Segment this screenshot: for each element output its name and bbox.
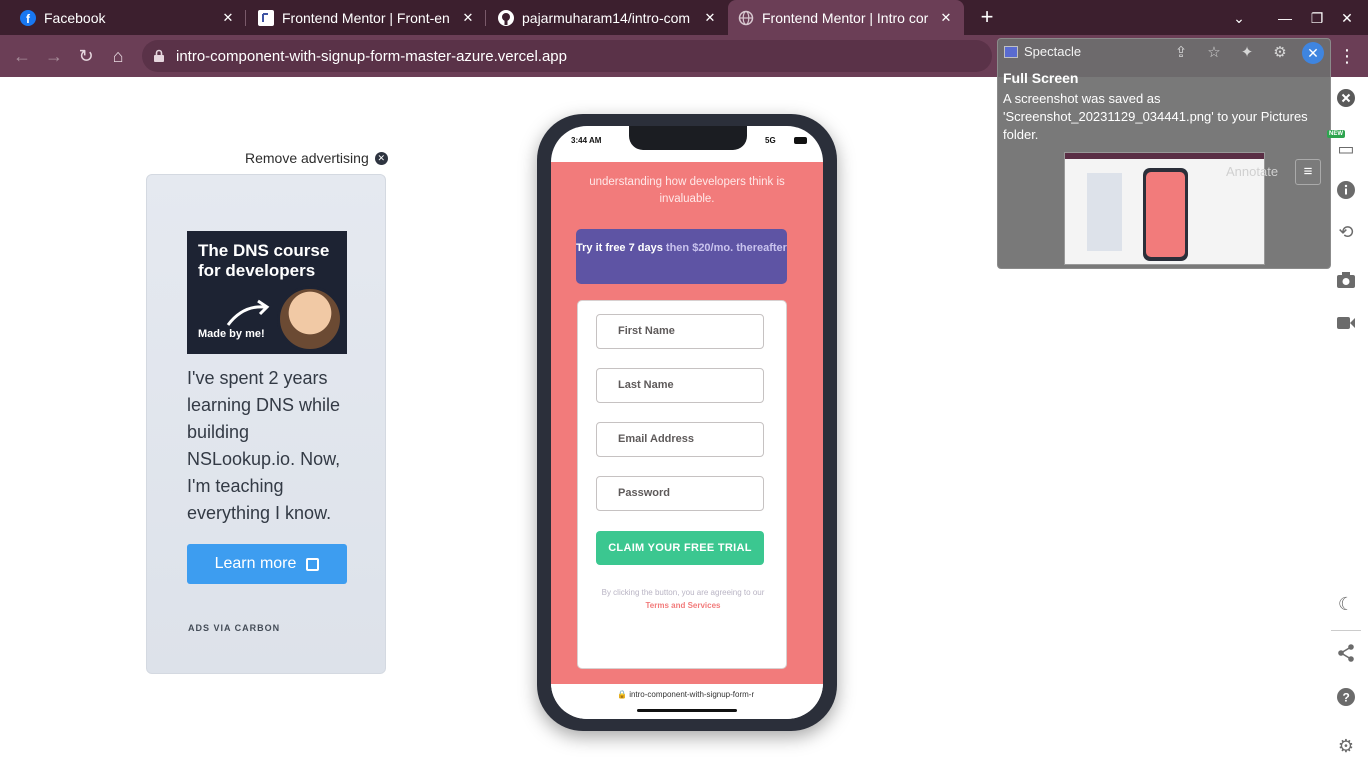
signup-form: First Name Last Name Email Address Passw…: [577, 300, 787, 669]
reload-icon[interactable]: ↻: [74, 44, 98, 68]
status-network: 5G: [765, 136, 776, 145]
notification-title: Full Screen: [1003, 70, 1079, 86]
carbon-ad-card: The DNS course for developers Made by me…: [146, 174, 386, 674]
tab-frontend-mentor[interactable]: Frontend Mentor | Front-en ✕: [238, 0, 486, 35]
more-menu-icon[interactable]: ⋮: [1338, 44, 1356, 68]
help-icon[interactable]: ?: [1335, 687, 1357, 709]
close-circle-icon[interactable]: [1335, 88, 1357, 110]
external-link-icon: [306, 557, 320, 571]
tab-facebook[interactable]: f Facebook ✕: [0, 0, 246, 35]
svg-text:?: ?: [1343, 691, 1350, 705]
video-icon[interactable]: [1335, 314, 1357, 336]
phone-url-bar: 🔒 intro-component-with-signup-form-r: [551, 684, 823, 719]
ad-text[interactable]: I've spent 2 years learning DNS while bu…: [187, 365, 357, 527]
phone-notch: [629, 126, 747, 150]
hamburger-menu-icon[interactable]: ≡: [1295, 159, 1321, 185]
phone-url-text: 🔒 intro-component-with-signup-form-r: [617, 690, 755, 699]
new-tab-button[interactable]: +: [976, 6, 998, 29]
phone-url-value: intro-component-with-signup-form-r: [629, 690, 755, 699]
tab-title: Frontend Mentor | Front-en: [282, 9, 450, 26]
share-icon[interactable]: ⇪: [1170, 42, 1192, 64]
spectacle-notification: Spectacle ⇪ ☆ ✦ ⚙ ✕ Full Screen A screen…: [997, 38, 1331, 269]
signup-page: understanding how developers think is in…: [551, 162, 823, 684]
notification-app-name: Spectacle: [1024, 44, 1082, 59]
minimize-icon[interactable]: —: [1275, 8, 1295, 28]
annotate-button[interactable]: Annotate: [1226, 164, 1278, 179]
close-icon[interactable]: ✕: [702, 10, 718, 26]
responsive-device-icon[interactable]: ▭: [1335, 138, 1357, 160]
ad-image[interactable]: The DNS course for developers Made by me…: [187, 231, 347, 354]
thumbnail-tabbar: [1065, 153, 1264, 159]
phone-screen: 3:44 AM 5G understanding how developers …: [551, 126, 823, 719]
settings-icon[interactable]: ⚙: [1335, 735, 1357, 757]
home-indicator: [637, 709, 737, 712]
notification-header: Spectacle: [1004, 44, 1081, 59]
first-name-input[interactable]: First Name: [596, 314, 764, 349]
trial-banner: Try it free 7 days then $20/mo. thereaft…: [576, 229, 787, 284]
address-bar[interactable]: intro-component-with-signup-form-master-…: [142, 40, 992, 72]
sidebar-divider: [1331, 630, 1361, 631]
thumbnail-ad: [1087, 173, 1122, 251]
tab-intro-component[interactable]: Frontend Mentor | Intro cor ✕: [728, 0, 964, 35]
learn-more-button[interactable]: Learn more: [187, 544, 347, 584]
remove-advertising-link[interactable]: Remove advertising ✕: [245, 150, 388, 166]
lock-icon: [152, 49, 166, 63]
forward-icon[interactable]: →: [42, 44, 66, 68]
window-close-icon[interactable]: ✕: [1337, 8, 1357, 28]
terms-link[interactable]: Terms and Services: [645, 601, 720, 610]
close-icon[interactable]: ✕: [1302, 42, 1324, 64]
trial-banner-rest: then $20/mo. thereafter: [665, 242, 787, 254]
info-icon[interactable]: [1335, 180, 1357, 202]
new-badge: NEW: [1327, 130, 1345, 138]
tab-search-icon[interactable]: ⌄: [1229, 8, 1249, 28]
notification-actions: ⇪ ☆ ✦ ⚙ ✕: [1159, 42, 1324, 64]
tab-title: Frontend Mentor | Intro cor: [762, 9, 929, 26]
author-photo: [277, 286, 343, 352]
ad-image-caption: Made by me!: [198, 328, 265, 340]
remove-advertising-label: Remove advertising: [245, 150, 369, 166]
last-name-input[interactable]: Last Name: [596, 368, 764, 403]
notification-body: A screenshot was saved as 'Screenshot_20…: [1003, 91, 1308, 142]
globe-icon: [738, 10, 754, 26]
trial-banner-bold: Try it free 7 days: [576, 242, 663, 254]
home-icon[interactable]: ⌂: [106, 44, 130, 68]
maximize-icon[interactable]: ❐: [1307, 8, 1327, 28]
url-text: intro-component-with-signup-form-master-…: [176, 47, 567, 65]
battery-icon: [794, 137, 807, 144]
rotate-icon[interactable]: ⟲: [1335, 221, 1357, 243]
back-icon[interactable]: ←: [10, 44, 34, 68]
arrow-icon: [226, 299, 270, 326]
tab-title: Facebook: [44, 9, 106, 26]
share-icon[interactable]: [1335, 643, 1357, 665]
thumbnail-phone-screen: [1146, 172, 1185, 257]
terms-text: By clicking the button, you are agreeing…: [583, 586, 783, 612]
camera-icon[interactable]: [1335, 271, 1357, 293]
terms-prefix: By clicking the button, you are agreeing…: [601, 588, 765, 597]
star-icon[interactable]: ☆: [1203, 42, 1225, 64]
learn-more-label: Learn more: [214, 555, 297, 572]
close-icon[interactable]: ✕: [220, 10, 236, 26]
email-input[interactable]: Email Address: [596, 422, 764, 457]
tab-github[interactable]: pajarmuharam14/intro-com ✕: [478, 0, 728, 35]
moon-icon[interactable]: ☾: [1335, 593, 1357, 615]
close-icon[interactable]: ✕: [460, 10, 476, 26]
frontend-mentor-icon: [258, 9, 274, 26]
github-icon: [498, 9, 514, 26]
ad-image-headline: The DNS course for developers: [198, 241, 330, 280]
settings-icon[interactable]: ⚙: [1269, 42, 1291, 64]
ads-via-carbon-link[interactable]: ADS VIA CARBON: [188, 623, 280, 633]
extensions-icon[interactable]: ✦: [1236, 42, 1258, 64]
password-input[interactable]: Password: [596, 476, 764, 511]
phone-frame: 3:44 AM 5G understanding how developers …: [537, 114, 837, 731]
spectacle-app-icon: [1004, 45, 1018, 58]
close-icon[interactable]: ✕: [938, 10, 954, 26]
claim-free-trial-button[interactable]: CLAIM YOUR FREE TRIAL: [596, 531, 764, 565]
close-circle-icon: ✕: [374, 151, 388, 165]
facebook-icon: f: [20, 9, 36, 26]
status-time: 3:44 AM: [571, 136, 602, 145]
tab-bar: f Facebook ✕ Frontend Mentor | Front-en …: [0, 0, 1368, 35]
tab-title: pajarmuharam14/intro-com: [522, 9, 691, 26]
lead-text: understanding how developers think is in…: [589, 176, 785, 205]
